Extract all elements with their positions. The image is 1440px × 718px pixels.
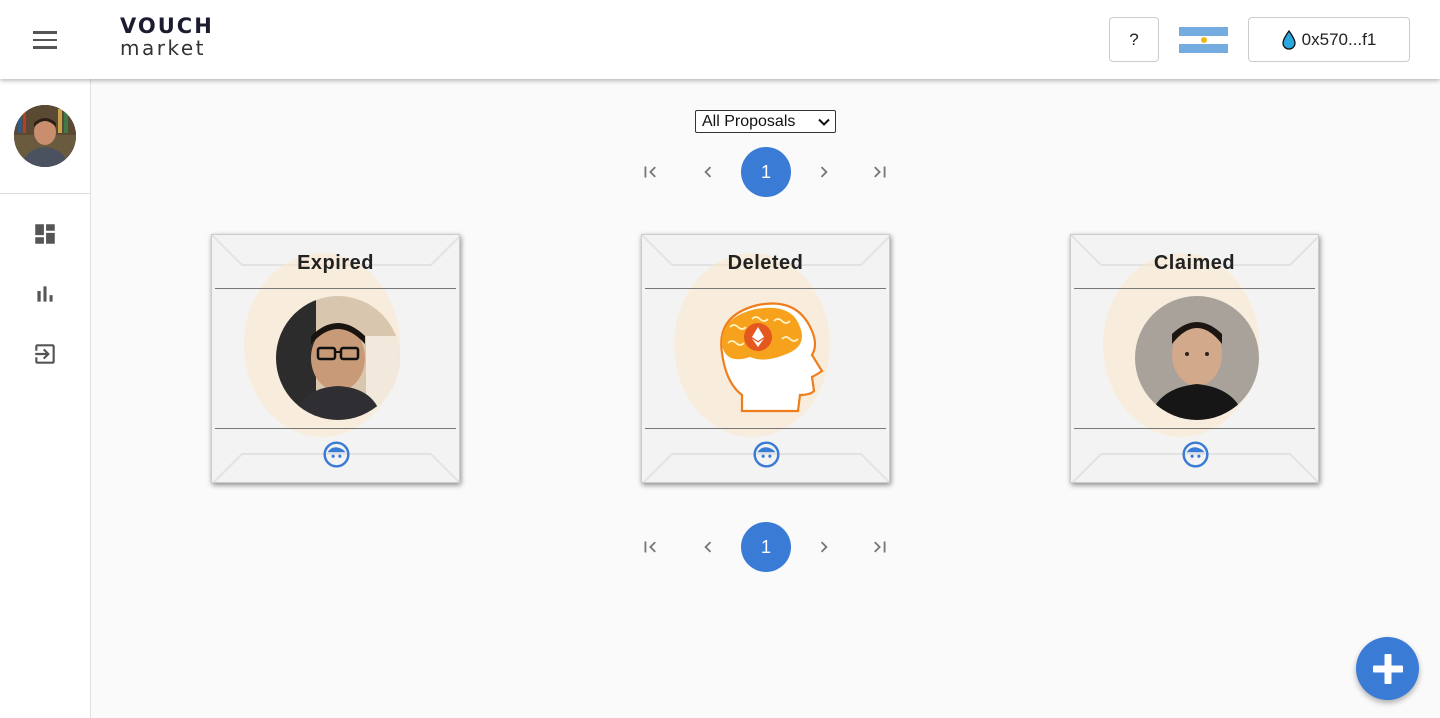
logout-icon[interactable] <box>31 340 59 368</box>
sidebar-divider <box>0 193 90 194</box>
face-icon[interactable] <box>323 441 350 468</box>
bar-chart-icon[interactable] <box>31 280 59 308</box>
previous-page-icon[interactable] <box>695 522 721 572</box>
next-page-icon[interactable] <box>811 522 837 572</box>
last-page-icon[interactable] <box>865 147 895 197</box>
proposal-card[interactable]: Claimed <box>1070 234 1319 483</box>
pagination-top: 1 <box>625 147 905 197</box>
logo-title: VOUCH <box>120 14 214 38</box>
wallet-address: 0x570...f1 <box>1301 29 1377 49</box>
ethereum-brain-icon <box>720 302 824 413</box>
face-icon[interactable] <box>1182 441 1209 468</box>
person-photo <box>276 296 400 420</box>
proposal-filter-select[interactable]: All Proposals <box>695 110 836 133</box>
dashboard-icon[interactable] <box>31 220 59 248</box>
filter-selected-value: All Proposals <box>702 112 796 130</box>
card-divider <box>645 288 886 289</box>
droplet-icon <box>1282 29 1296 50</box>
user-avatar[interactable] <box>14 105 76 167</box>
face-icon[interactable] <box>753 441 780 468</box>
sidebar <box>0 79 91 718</box>
first-page-icon[interactable] <box>635 147 665 197</box>
card-divider <box>645 428 886 429</box>
chevron-down-icon <box>818 118 830 126</box>
person-photo <box>1135 296 1259 420</box>
card-divider <box>1074 288 1315 289</box>
current-page-button[interactable]: 1 <box>741 147 791 197</box>
top-app-bar: VOUCH market ? 0x570...f1 <box>0 0 1440 79</box>
proposal-card[interactable]: Deleted <box>641 234 890 483</box>
add-proposal-button[interactable] <box>1356 637 1419 700</box>
next-page-icon[interactable] <box>811 147 837 197</box>
argentina-flag-icon[interactable] <box>1179 27 1228 54</box>
wallet-button[interactable]: 0x570...f1 <box>1248 17 1410 62</box>
last-page-icon[interactable] <box>865 522 895 572</box>
pagination-bottom: 1 <box>625 522 905 572</box>
first-page-icon[interactable] <box>635 522 665 572</box>
card-divider <box>1074 428 1315 429</box>
card-status-title: Expired <box>297 252 374 274</box>
current-page-button[interactable]: 1 <box>741 522 791 572</box>
card-divider <box>215 428 456 429</box>
card-status-title: Claimed <box>1153 252 1236 274</box>
hamburger-menu-icon[interactable] <box>22 22 68 58</box>
logo[interactable]: VOUCH market <box>120 14 214 60</box>
plus-icon <box>1372 653 1403 684</box>
help-button[interactable]: ? <box>1109 17 1159 62</box>
proposal-card[interactable]: Expired <box>211 234 460 483</box>
previous-page-icon[interactable] <box>695 147 721 197</box>
logo-subtitle: market <box>120 36 206 60</box>
card-status-title: Deleted <box>727 252 804 274</box>
card-divider <box>215 288 456 289</box>
